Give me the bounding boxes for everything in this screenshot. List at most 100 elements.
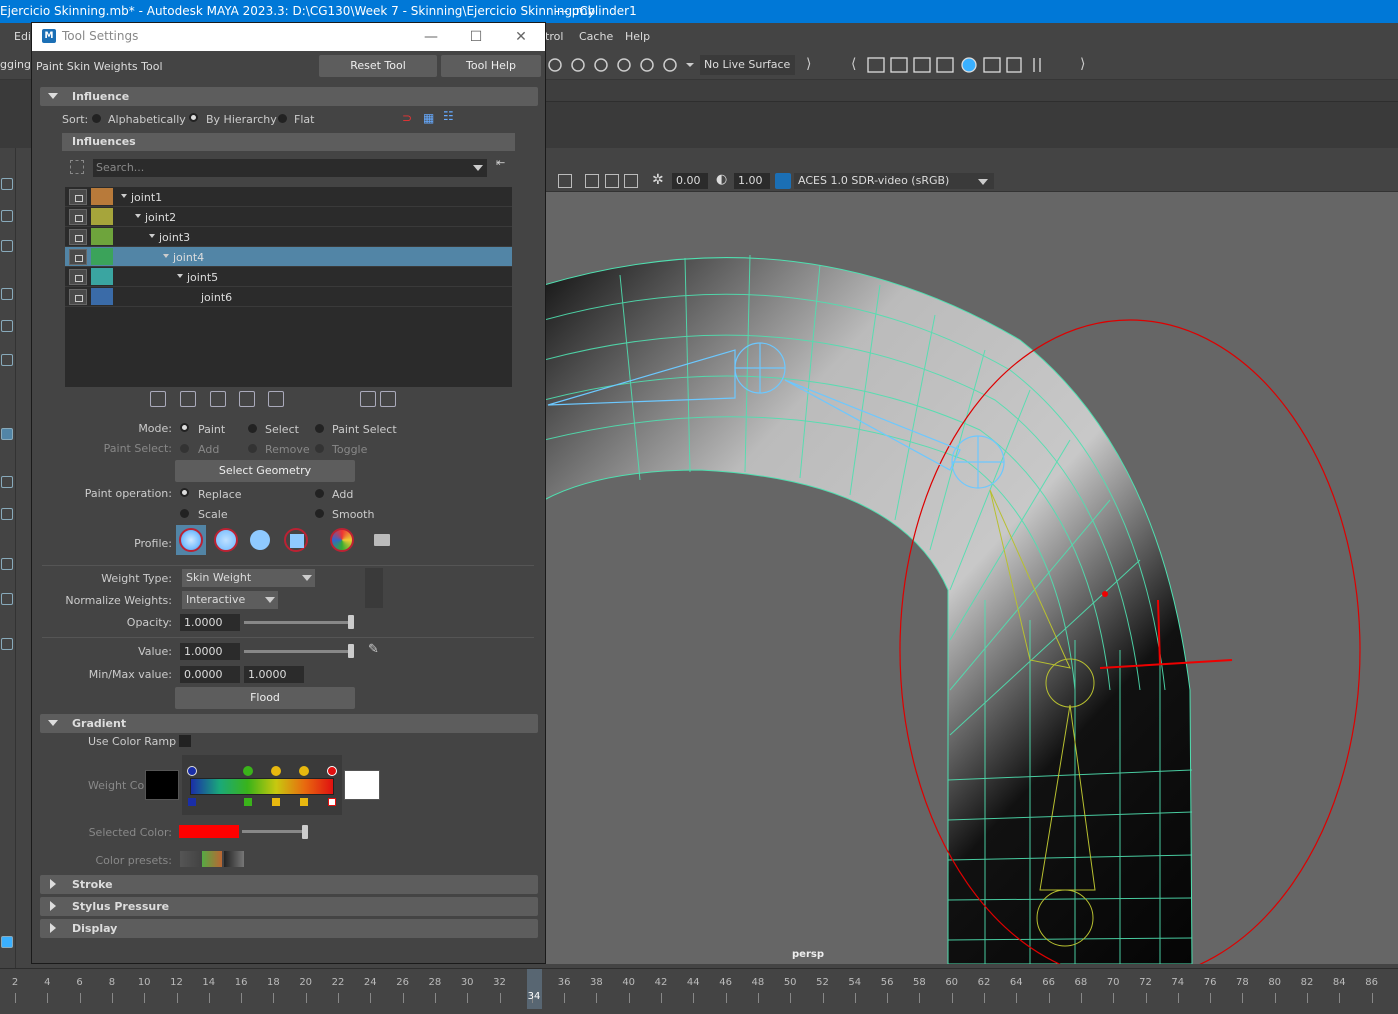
current-frame-marker[interactable] [527,969,542,1009]
ramp-handle-icon[interactable] [243,766,253,776]
weight-color-white-swatch[interactable] [344,770,380,800]
paint-select-remove-radio[interactable] [248,444,257,453]
influence-row-joint3[interactable]: joint3 [65,227,512,247]
influence-row-joint4[interactable]: joint4 [65,247,512,267]
ramp-handle-icon[interactable] [299,766,309,776]
eyedropper-icon[interactable]: ✎ [368,642,379,657]
max-value-field[interactable]: 1.0000 [244,666,304,683]
influence-section-header[interactable]: Influence [40,87,538,106]
scale-tool-icon[interactable] [1,354,13,366]
paste-weights-icon[interactable] [180,391,196,407]
minimize-icon[interactable]: — [421,27,441,47]
influence-color-swatch[interactable] [91,228,113,245]
paint-op-add-radio[interactable] [315,489,324,498]
color-space-dropdown[interactable]: ACES 1.0 SDR-video (sRGB) [794,173,994,189]
tool-settings-titlebar[interactable]: M Tool Settings — ☐ ✕ [32,23,545,51]
move-weights-icon[interactable] [239,391,255,407]
mode-select-label[interactable]: Select [265,423,299,436]
influence-row-joint6[interactable]: joint6 [65,287,512,307]
profile-image-button[interactable] [327,525,357,555]
paint-op-scale-radio[interactable] [180,509,189,518]
search-icon[interactable] [1,638,13,650]
paint-select-toggle-label[interactable]: Toggle [332,443,367,456]
live-surface-field[interactable]: No Live Surface [700,55,795,75]
min-value-field[interactable]: 0.0000 [180,666,240,683]
tree-icon[interactable]: ☷ [443,109,454,123]
chevron-down-icon[interactable] [978,179,988,185]
expand-arrow-icon[interactable] [163,254,169,258]
lasso-tool-icon[interactable] [1,210,13,222]
paint-op-smooth-radio[interactable] [315,509,324,518]
move-tool-icon[interactable] [1,288,13,300]
pin-icon[interactable]: ⇤ [496,156,505,169]
weight-color-black-swatch[interactable] [145,770,179,800]
ramp-marker-icon[interactable] [188,798,196,806]
lock-icon[interactable] [69,209,87,225]
paint-op-replace-radio[interactable] [180,488,189,497]
layout-four-icon[interactable] [1,508,13,520]
expand-arrow-icon[interactable] [121,194,127,198]
exposure-icon[interactable]: ✲ [652,172,664,188]
opacity-slider-track[interactable] [244,621,354,624]
chevron-down-icon[interactable] [473,165,483,171]
mode-paint-radio[interactable] [180,423,189,432]
paint-op-scale-label[interactable]: Scale [198,508,228,521]
color-preset-2[interactable] [202,851,222,867]
magnet-icon[interactable]: ⊃ [402,111,412,125]
paint-select-add-label[interactable]: Add [198,443,219,456]
influence-color-swatch[interactable] [91,288,113,305]
paint-select-remove-label[interactable]: Remove [265,443,310,456]
color-preset-3[interactable] [224,851,244,867]
opacity-field[interactable]: 1.0000 [180,614,240,631]
lock-icon[interactable] [69,229,87,245]
filter-icon[interactable] [70,160,84,174]
menu-cache[interactable]: Cache [579,30,613,43]
color-ramp-bar[interactable] [190,778,334,795]
use-color-ramp-checkbox[interactable] [179,735,191,747]
gradient-section-header[interactable]: Gradient [40,714,538,733]
select-tool-icon[interactable] [1,178,13,190]
profile-square-button[interactable] [281,525,311,555]
mode-paint-select-radio[interactable] [315,424,324,433]
time-slider[interactable]: 2 4 6 8 10 12 14 16 18 20 22 24 26 28 30 32 36 38 40 42 44 46… [0,968,1398,1014]
snap-icons[interactable] [546,54,696,76]
color-preset-1[interactable] [180,851,200,867]
rotate-tool-icon[interactable] [1,320,13,332]
influence-color-swatch[interactable] [91,268,113,285]
ramp-handle-icon[interactable] [327,766,337,776]
expand-arrow-icon[interactable] [149,234,155,238]
menu-help[interactable]: Help [625,30,650,43]
close-icon[interactable]: ✕ [511,27,531,47]
sort-flat-label[interactable]: Flat [294,113,314,126]
field-chart-icon[interactable] [624,174,638,188]
stylus-pressure-section-header[interactable]: Stylus Pressure [40,897,538,916]
show-influences-icon[interactable] [268,391,284,407]
gamma-icon[interactable]: ◐ [716,172,727,187]
paint-select-add-radio[interactable] [180,444,189,453]
copy-weights-icon[interactable] [150,391,166,407]
flood-button[interactable]: Flood [175,687,355,709]
influence-row-joint2[interactable]: joint2 [65,207,512,227]
influence-search-input[interactable]: Search... [93,159,487,177]
select-geometry-button[interactable]: Select Geometry [175,460,355,482]
paint-select-icon[interactable] [1,240,13,252]
menu-control[interactable]: trol [545,30,563,43]
select-camera-icon[interactable] [558,174,572,188]
viewport-persp[interactable]: persp [544,192,1398,964]
resolution-gate-icon[interactable] [585,174,599,188]
weight-hammer-icon[interactable] [210,391,226,407]
sort-alphabetically-radio[interactable] [92,114,101,123]
value-slider-track[interactable] [244,650,354,653]
expand-list-icon[interactable] [360,391,376,407]
folder-icon[interactable] [374,534,390,546]
sort-by-hierarchy-label[interactable]: By Hierarchy [206,113,277,126]
ramp-handle-icon[interactable] [271,766,281,776]
layout-single-icon[interactable] [1,476,13,488]
paint-select-toggle-radio[interactable] [315,444,324,453]
expand-arrow-icon[interactable] [177,274,183,278]
lock-icon[interactable] [69,189,87,205]
selected-color-swatch[interactable] [179,825,239,838]
normalize-weights-dropdown[interactable]: Interactive [182,591,278,609]
display-section-header[interactable]: Display [40,919,538,938]
lock-icon[interactable] [69,249,87,265]
